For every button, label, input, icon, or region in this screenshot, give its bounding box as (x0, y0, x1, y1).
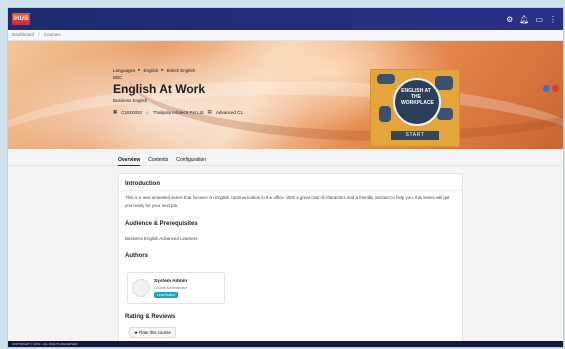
section-heading: Authors (125, 253, 148, 259)
notifications-icon[interactable]: 🔔︎ (519, 15, 529, 24)
introduction-heading: Introduction (125, 181, 160, 187)
top-navbar: iHUB ⚙ 🔔︎ ▭ ⋮ (8, 8, 563, 30)
decor-shape (435, 76, 453, 90)
course-provider: Thalipola Infotech Pvt Ltd (152, 109, 204, 115)
course-id: C1810032 (121, 109, 143, 115)
audience-text: Business English Advanced Learners. (125, 235, 199, 243)
breadcrumb-dashboard[interactable]: Dashboard (12, 32, 34, 37)
favorite-icon[interactable] (552, 85, 559, 92)
section-heading: Introduction (125, 181, 160, 187)
section-heading: Rating & Reviews (125, 314, 176, 320)
category-path: Languages ▸ English ▸ British English (113, 67, 243, 73)
course-meta: Languages ▸ English ▸ British English BB… (113, 67, 243, 115)
author-role: Course Administrator (154, 286, 188, 290)
category-british-english[interactable]: British English (167, 68, 196, 73)
breadcrumb-courses[interactable]: Courses (44, 32, 61, 37)
section-heading: Audience & Prerequisites (125, 221, 198, 227)
barcode-icon: ▦ (113, 109, 118, 114)
audience-heading: Audience & Prerequisites (125, 221, 198, 227)
author-name: System Admin (154, 279, 188, 284)
avatar (132, 279, 150, 297)
star-icon: ★ (134, 330, 138, 335)
course-title: English At Work (113, 82, 206, 96)
level-icon: ▤ (207, 109, 212, 114)
paragraph: This is a new animated series that focus… (125, 195, 450, 208)
chevron-right-icon: ▸ (138, 67, 141, 72)
overview-card: Introduction This is a new animated seri… (118, 173, 463, 347)
gear-icon[interactable]: ⚙ (506, 15, 513, 24)
reviews-heading: Rating & Reviews (125, 314, 175, 320)
app-frame: iHUB ⚙ 🔔︎ ▭ ⋮ Dashboard / Courses Langua… (8, 8, 563, 347)
breadcrumb-separator: / (38, 32, 40, 37)
top-actions: ⚙ 🔔︎ ▭ ⋮ (506, 15, 557, 24)
app-logo[interactable]: iHUB (12, 13, 30, 25)
course-hero-banner: Languages ▸ English ▸ British English BB… (8, 41, 563, 149)
tab-overview[interactable]: Overview (118, 157, 141, 166)
breadcrumb: Dashboard / Courses (8, 30, 563, 41)
course-subtitle: Business English (113, 98, 148, 103)
course-level: Advanced C1 (215, 109, 243, 115)
course-code: BBC (113, 75, 123, 80)
status-bar: COPYRIGHT © 2019 · ALL RIGHTS RESERVED (8, 341, 563, 347)
hero-actions (543, 85, 559, 92)
decor-shape (379, 106, 391, 122)
start-button[interactable]: START (391, 131, 439, 140)
author-badge: Lead Author (154, 292, 179, 298)
course-thumbnail[interactable]: ENGLISH AT THE WORKPLACE START (370, 69, 460, 147)
chevron-right-icon: ▸ (161, 67, 164, 72)
category-languages[interactable]: Languages (113, 68, 135, 73)
author-card[interactable]: System Admin Course Administrator Lead A… (127, 272, 225, 304)
divider (119, 190, 462, 191)
decor-shape (377, 74, 395, 84)
tab-contents[interactable]: Contents (148, 157, 168, 166)
menu-icon[interactable]: ⋮ (549, 15, 557, 24)
tabs-divider (8, 165, 563, 166)
rate-course-button[interactable]: ★ Rate this course (129, 327, 176, 338)
share-icon[interactable] (543, 85, 550, 92)
rate-button-label: Rate this course (139, 330, 171, 335)
thumbnail-text: ENGLISH AT THE WORKPLACE (401, 88, 434, 106)
building-icon: ⌂ (146, 109, 149, 115)
monitor-icon[interactable]: ▭ (535, 15, 543, 24)
introduction-text: This is a new animated series that focus… (125, 194, 457, 210)
paragraph: Business English Advanced Learners. (125, 236, 199, 241)
tab-configuration[interactable]: Configuration (176, 157, 206, 166)
category-english[interactable]: English (144, 68, 159, 73)
course-facts: ▦ C1810032 ⌂ Thalipola Infotech Pvt Ltd … (113, 109, 243, 115)
course-tabs: Overview Contents Configuration (118, 157, 206, 166)
authors-heading: Authors (125, 253, 148, 259)
